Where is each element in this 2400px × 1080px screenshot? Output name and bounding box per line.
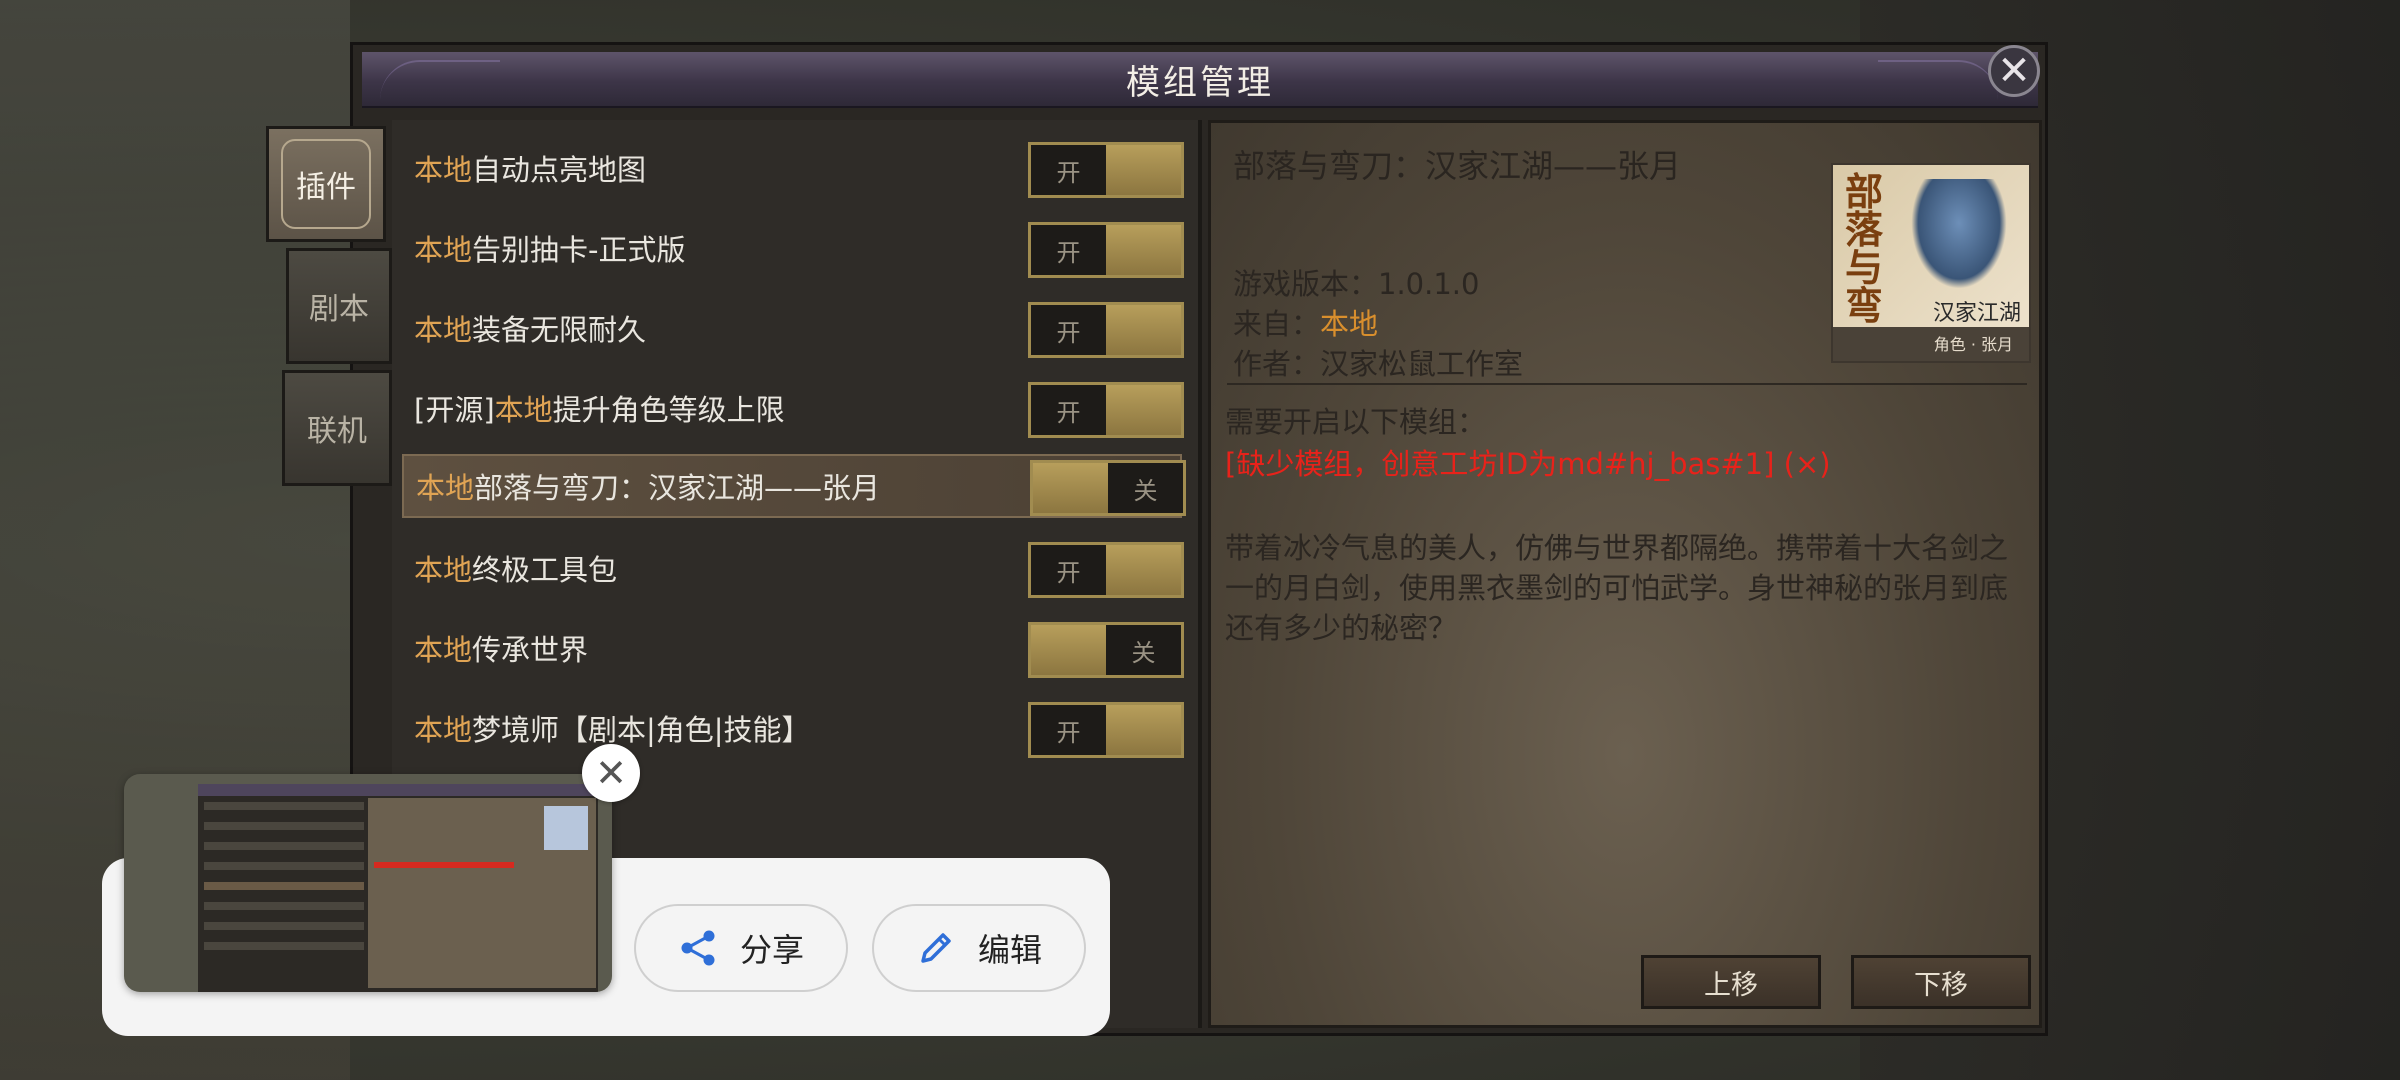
mod-row[interactable]: 本地装备无限耐久 开 xyxy=(402,296,1184,360)
cover-figure xyxy=(1911,179,2007,289)
pencil-icon xyxy=(916,928,956,968)
close-icon: ✕ xyxy=(1997,48,2031,94)
mod-name: 本地梦境师【剧本|角色|技能】 xyxy=(414,713,811,747)
mod-toggle[interactable]: 开 xyxy=(1028,142,1184,198)
tab-label: 联机 xyxy=(307,414,367,449)
mod-source: 来自：本地 xyxy=(1233,307,1379,341)
screenshot-thumbnail[interactable] xyxy=(124,774,612,992)
toggle-knob xyxy=(1106,225,1181,275)
close-button[interactable]: ✕ xyxy=(1988,45,2040,97)
mod-detail-panel: 部落与弯刀：汉家江湖——张月 部落与弯刀 汉家江湖 角色 · 张月 游戏版本：1… xyxy=(1208,120,2042,1028)
mod-cover-image: 部落与弯刀 汉家江湖 角色 · 张月 xyxy=(1831,163,2031,363)
toggle-knob xyxy=(1033,463,1108,513)
move-down-button[interactable]: 下移 xyxy=(1851,955,2031,1009)
share-icon xyxy=(678,928,718,968)
mod-name: [开源]本地提升角色等级上限 xyxy=(414,393,785,427)
mod-row[interactable]: 本地自动点亮地图 开 xyxy=(402,136,1184,200)
mod-toggle[interactable]: 开 xyxy=(1028,382,1184,438)
tab-multiplayer[interactable]: 联机 xyxy=(282,370,392,486)
mod-name: 本地终极工具包 xyxy=(414,553,618,587)
title-bar: 模组管理 xyxy=(362,52,2038,108)
toggle-knob xyxy=(1106,145,1181,195)
mod-row[interactable]: 本地传承世界 关 xyxy=(402,616,1184,680)
mod-name: 本地部落与弯刀：汉家江湖——张月 xyxy=(416,471,881,505)
mod-row[interactable]: 本地梦境师【剧本|角色|技能】 开 xyxy=(402,696,1184,760)
tab-label: 插件 xyxy=(296,170,356,205)
mod-author: 作者：汉家松鼠工作室 xyxy=(1233,347,1524,381)
toggle-knob xyxy=(1106,385,1181,435)
mod-toggle[interactable]: 关 xyxy=(1030,460,1186,516)
move-up-button[interactable]: 上移 xyxy=(1641,955,1821,1009)
mod-row-selected[interactable]: 本地部落与弯刀：汉家江湖——张月 关 xyxy=(402,454,1186,518)
divider xyxy=(1227,383,2027,385)
game-version: 游戏版本：1.0.1.0 xyxy=(1233,267,1480,301)
toggle-knob xyxy=(1106,705,1181,755)
mod-toggle[interactable]: 开 xyxy=(1028,702,1184,758)
tab-scripts[interactable]: 剧本 xyxy=(286,248,392,364)
toggle-knob xyxy=(1106,545,1181,595)
share-label: 分享 xyxy=(739,931,804,969)
mod-description: 带着冰冷气息的美人，仿佛与世界都隔绝。携带着十大名剑之一的月白剑，使用黑衣墨剑的… xyxy=(1225,531,2009,645)
title-ornament-left xyxy=(380,60,500,102)
mod-detail-title: 部落与弯刀：汉家江湖——张月 xyxy=(1233,147,1682,185)
mod-name: 本地告别抽卡-正式版 xyxy=(414,233,686,267)
toggle-knob xyxy=(1031,625,1106,675)
toggle-knob xyxy=(1106,305,1181,355)
mod-row[interactable]: 本地终极工具包 开 xyxy=(402,536,1184,600)
mod-name: 本地传承世界 xyxy=(414,633,589,667)
thumbnail-close-button[interactable]: ✕ xyxy=(582,744,640,802)
mod-name: 本地装备无限耐久 xyxy=(414,313,647,347)
missing-mod-warning[interactable]: [缺少模组，创意工坊ID为md#hj_bas#1] (×) xyxy=(1225,441,1831,483)
tab-label: 剧本 xyxy=(309,292,369,327)
mod-toggle[interactable]: 开 xyxy=(1028,222,1184,278)
mod-row[interactable]: 本地告别抽卡-正式版 开 xyxy=(402,216,1184,280)
mod-row[interactable]: [开源]本地提升角色等级上限 开 xyxy=(402,376,1184,440)
cover-band-text: 角色 · 张月 xyxy=(1933,335,2013,354)
tab-plugins[interactable]: 插件 xyxy=(266,126,386,242)
cover-subtitle: 汉家江湖 xyxy=(1933,301,2022,326)
requires-label: 需要开启以下模组： xyxy=(1225,405,1487,439)
mod-toggle[interactable]: 关 xyxy=(1028,622,1184,678)
window-title: 模组管理 xyxy=(1126,62,1274,103)
title-ornament-right xyxy=(1878,60,1998,102)
mod-toggle[interactable]: 开 xyxy=(1028,542,1184,598)
close-icon: ✕ xyxy=(595,751,627,795)
mod-name: 本地自动点亮地图 xyxy=(414,153,647,187)
mod-toggle[interactable]: 开 xyxy=(1028,302,1184,358)
edit-label: 编辑 xyxy=(977,931,1042,969)
edit-button[interactable]: 编辑 xyxy=(872,904,1086,992)
share-button[interactable]: 分享 xyxy=(634,904,848,992)
